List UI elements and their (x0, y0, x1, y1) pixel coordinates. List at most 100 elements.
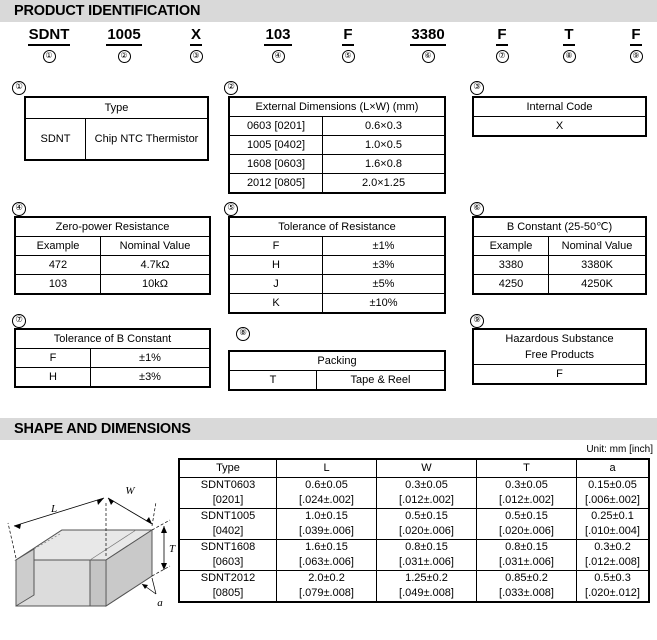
part-segment-4-value: 103 (264, 26, 292, 46)
part-segment-2: 1005 ② (92, 26, 156, 63)
table-header-row: Type L W T a (178, 458, 650, 478)
dim-col-w: W (376, 458, 477, 478)
dim-w-mm: 0.8±0.15 (376, 539, 477, 555)
part-segment-3-index: ③ (178, 49, 214, 63)
part-segment-3: X ③ (178, 26, 214, 63)
tolerance-value: ±1% (322, 236, 446, 256)
part-segment-7-value: F (496, 26, 508, 46)
table-row: 103 10kΩ (14, 274, 211, 295)
part-segment-9: F ⑨ (618, 26, 654, 63)
table-type: Type SDNT Chip NTC Thermistor (24, 96, 209, 161)
table-row: 0603 [0201] 0.6×0.3 (228, 116, 446, 136)
marker-external-dimensions: ② (224, 80, 238, 95)
table-row: Example Nominal Value (14, 236, 211, 256)
tolerance-b-value: ±3% (90, 367, 211, 388)
internal-code-header: Internal Code (472, 96, 647, 117)
part-segment-2-value: 1005 (106, 26, 142, 46)
dim-w-in: [.012±.002] (376, 493, 477, 509)
part-segment-6-value: 3380 (410, 26, 446, 46)
dim-l-mm: 1.0±0.15 (276, 508, 377, 524)
chip-3d-svg: L W T a (7, 485, 176, 609)
label-T: T (169, 543, 176, 555)
dim-w-in: [.049±.008] (376, 586, 477, 603)
table-row: Packing (228, 350, 446, 371)
dim-l-in: [.063±.006] (276, 555, 377, 571)
dim-a-in: [.006±.002] (576, 493, 650, 509)
section-header-product-identification: PRODUCT IDENTIFICATION (0, 0, 657, 22)
table-row: [0603] [.063±.006] [.031±.006] [.031±.00… (178, 555, 650, 571)
marker-tolerance-of-resistance: ⑤ (224, 201, 238, 216)
dim-w-mm: 0.5±0.15 (376, 508, 477, 524)
part-segment-3-value: X (189, 26, 202, 46)
table-row: F ±1% (228, 236, 446, 256)
dim-a-mm: 0.3±0.2 (576, 539, 650, 555)
dim-col-l: L (276, 458, 377, 478)
part-segment-9-value: F (630, 26, 642, 46)
external-dimensions-value: 1.6×0.8 (322, 154, 446, 174)
table-row: 1608 [0603] 1.6×0.8 (228, 154, 446, 174)
table-row: SDNT1608 1.6±0.15 0.8±0.15 0.8±0.15 0.3±… (178, 539, 650, 555)
table-row: SDNT Chip NTC Thermistor (24, 118, 209, 161)
table-packing: Packing T Tape & Reel (228, 350, 446, 391)
part-segment-1-index: ① (14, 49, 84, 63)
dim-t-mm: 0.85±0.2 (476, 570, 577, 586)
part-segment-5-index: ⑤ (330, 49, 366, 63)
part-segment-4-index: ④ (250, 49, 306, 63)
table-row: H ±3% (228, 255, 446, 275)
external-dimensions-code: 2012 [0805] (228, 173, 323, 194)
tolerance-value: ±10% (322, 293, 446, 314)
zero-power-resistance-col-nominal: Nominal Value (100, 236, 211, 256)
part-segment-8: T ⑧ (551, 26, 587, 63)
table-row: Example Nominal Value (472, 236, 647, 256)
label-a: a (157, 597, 163, 609)
part-segment-5: F ⑤ (330, 26, 366, 63)
dim-t-mm: 0.8±0.15 (476, 539, 577, 555)
table-row: X (472, 116, 647, 137)
unit-note: Unit: mm [inch] (586, 444, 653, 455)
dim-l-in: [.024±.002] (276, 493, 377, 509)
table-row: 3380 3380K (472, 255, 647, 275)
part-segment-8-value: T (563, 26, 575, 46)
table-zero-power-resistance: Zero-power Resistance Example Nominal Va… (14, 216, 211, 295)
marker-b-constant: ⑥ (470, 201, 484, 216)
table-row: J ±5% (228, 274, 446, 294)
part-segment-5-value: F (342, 26, 354, 46)
table-row: [0805] [.079±.008] [.049±.008] [.033±.00… (178, 586, 650, 603)
dim-type-mm: SDNT2012 (178, 570, 277, 586)
b-constant-header: B Constant (25-50℃) (472, 216, 647, 237)
dim-type-in: [0603] (178, 555, 277, 571)
table-row: [0402] [.039±.006] [.020±.006] [.020±.00… (178, 524, 650, 540)
part-segment-8-index: ⑧ (551, 49, 587, 63)
dim-w-in: [.031±.006] (376, 555, 477, 571)
packing-value: Tape & Reel (316, 370, 446, 391)
dim-t-in: [.033±.008] (476, 586, 577, 603)
table-row: Free Products (472, 347, 647, 365)
part-segment-7: F ⑦ (484, 26, 520, 63)
zero-power-resistance-nominal: 10kΩ (100, 274, 211, 295)
packing-header: Packing (228, 350, 446, 371)
table-hazardous-substance: Hazardous Substance Free Products F (472, 328, 647, 385)
dim-t-in: [.031±.006] (476, 555, 577, 571)
packing-code: T (228, 370, 317, 391)
tolerance-b-value: ±1% (90, 348, 211, 368)
internal-code-value: X (472, 116, 647, 137)
dim-a-mm: 0.25±0.1 (576, 508, 650, 524)
table-row: K ±10% (228, 293, 446, 314)
b-constant-col-example: Example (472, 236, 549, 256)
type-header: Type (24, 96, 209, 119)
dim-t-in: [.020±.006] (476, 524, 577, 540)
tolerance-of-b-constant-header: Tolerance of B Constant (14, 328, 211, 349)
table-tolerance-of-b-constant: Tolerance of B Constant F ±1% H ±3% (14, 328, 211, 388)
type-code: SDNT (24, 118, 86, 161)
table-row: SDNT1005 1.0±0.15 0.5±0.15 0.5±0.15 0.25… (178, 508, 650, 524)
table-row: Type (24, 96, 209, 119)
type-description: Chip NTC Thermistor (85, 118, 209, 161)
marker-type: ① (12, 80, 26, 95)
marker-zero-power-resistance: ④ (12, 201, 26, 216)
dim-type-mm: SDNT0603 (178, 477, 277, 493)
dim-a-in: [.012±.008] (576, 555, 650, 571)
dim-w-mm: 0.3±0.05 (376, 477, 477, 493)
part-segment-7-index: ⑦ (484, 49, 520, 63)
tolerance-code: K (228, 293, 323, 314)
hazardous-substance-value: F (472, 364, 647, 385)
